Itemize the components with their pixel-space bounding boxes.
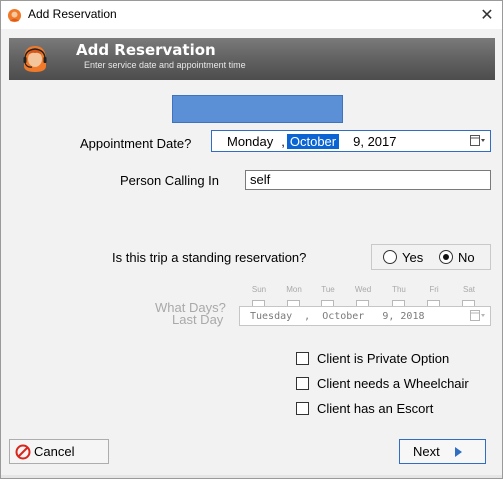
appointment-date-picker[interactable]: Monday , October 9, 2017 [211, 130, 491, 152]
person-calling-input[interactable]: self [245, 170, 491, 190]
app-icon [7, 8, 22, 23]
day-label-tue: Tue [321, 285, 335, 294]
close-icon: ✕ [480, 7, 494, 24]
appointment-month[interactable]: October [286, 133, 340, 149]
cancel-label: Cancel [34, 444, 75, 459]
header-banner: Add Reservation Enter service date and a… [9, 38, 495, 80]
appointment-weekday: Monday [227, 133, 274, 149]
last-day-picker[interactable]: Tuesday , October 9, 2018 [239, 306, 491, 326]
title-bar: Add Reservation ✕ [1, 1, 502, 29]
standing-radio-group: Yes No [371, 244, 491, 270]
day-label-sat: Sat [462, 285, 475, 294]
day-label-thu: Thu [392, 285, 406, 294]
appointment-sep: , [281, 133, 285, 149]
calendar-dropdown-icon[interactable] [470, 135, 486, 147]
wheelchair-label[interactable]: Client needs a Wheelchair [317, 376, 469, 391]
radio-yes[interactable] [383, 250, 397, 264]
appointment-day-year: 9, 2017 [353, 133, 397, 149]
last-day-sep: , [304, 310, 311, 322]
no-entry-icon [15, 444, 31, 459]
private-option-label[interactable]: Client is Private Option [317, 351, 449, 366]
radio-no[interactable] [439, 250, 453, 264]
person-calling-label: Person Calling In [120, 173, 219, 188]
next-label: Next [413, 444, 440, 459]
footer-divider [1, 475, 502, 478]
private-option-checkbox[interactable] [296, 352, 309, 365]
next-button[interactable]: Next [399, 439, 486, 464]
calendar-dropdown-icon[interactable] [470, 310, 486, 322]
radio-no-label[interactable]: No [458, 250, 475, 265]
last-day-label: Last Day [172, 312, 224, 327]
banner-subtitle: Enter service date and appointment time [84, 60, 246, 70]
add-reservation-window: Add Reservation ✕ Add Reservation Enter … [0, 0, 503, 479]
last-day-weekday: Tuesday [250, 310, 293, 322]
headset-agent-icon [23, 46, 47, 72]
day-label-sun: Sun [251, 285, 267, 294]
last-day-month: October [322, 310, 365, 322]
escort-label[interactable]: Client has an Escort [317, 401, 433, 416]
wheelchair-checkbox[interactable] [296, 377, 309, 390]
window-title: Add Reservation [28, 7, 117, 21]
radio-yes-label[interactable]: Yes [402, 250, 423, 265]
banner-title: Add Reservation [76, 41, 216, 59]
standing-question-label: Is this trip a standing reservation? [112, 250, 307, 265]
last-day-day-year: 9, 2018 [382, 310, 425, 322]
escort-checkbox[interactable] [296, 402, 309, 415]
appointment-date-label: Appointment Date? [80, 136, 192, 151]
day-label-fri: Fri [429, 285, 439, 294]
close-button[interactable]: ✕ [472, 1, 502, 29]
play-arrow-icon [454, 446, 462, 457]
day-label-wed: Wed [354, 285, 372, 294]
cancel-button[interactable]: Cancel [9, 439, 109, 464]
day-label-mon: Mon [286, 285, 302, 294]
highlight-box [172, 95, 343, 123]
